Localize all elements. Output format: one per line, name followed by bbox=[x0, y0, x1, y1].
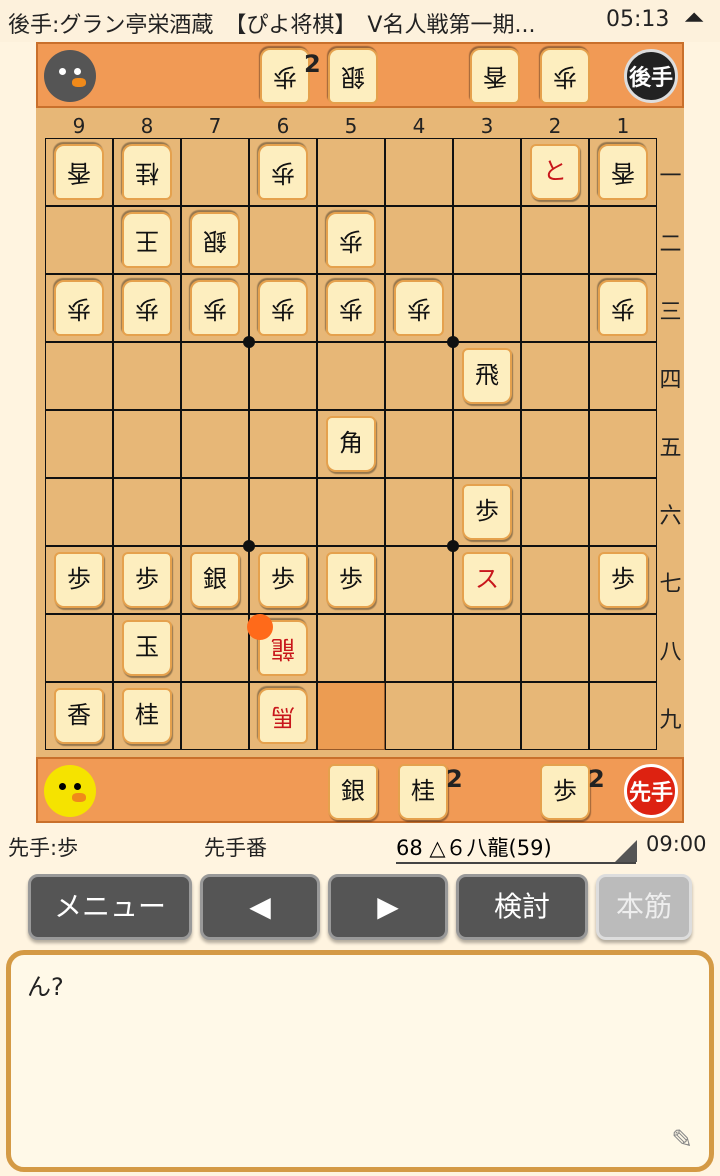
gote-hand-pawn[interactable]: 歩 bbox=[260, 48, 310, 104]
comment-text: ん? bbox=[27, 973, 64, 1001]
row-label: 九 bbox=[659, 708, 682, 733]
last-move-from-square bbox=[318, 683, 385, 750]
board-piece[interactable]: 馬 bbox=[258, 688, 308, 744]
board-piece[interactable]: 歩 bbox=[54, 280, 104, 336]
column-label: 7 bbox=[208, 114, 222, 138]
board-piece[interactable]: 歩 bbox=[462, 484, 512, 540]
arrow-up-icon[interactable]: ⏶ bbox=[684, 3, 705, 34]
board-piece[interactable]: 玉 bbox=[122, 620, 172, 676]
system-clock: 05:13 bbox=[606, 7, 670, 32]
pencil-icon[interactable]: ✎ bbox=[671, 1125, 693, 1155]
star-point bbox=[447, 336, 459, 348]
row-label: 二 bbox=[659, 232, 682, 257]
board-piece[interactable]: 歩 bbox=[54, 552, 104, 608]
gote-hand-pawn-count: 2 bbox=[304, 50, 321, 78]
row-label: 一 bbox=[659, 164, 682, 189]
row-label: 八 bbox=[659, 640, 682, 665]
board-piece[interactable]: 歩 bbox=[598, 280, 648, 336]
last-move: 68 △６八龍(59) bbox=[396, 836, 552, 860]
row-label: 三 bbox=[659, 300, 682, 325]
gote-avatar bbox=[44, 50, 96, 102]
board-piece[interactable]: 香 bbox=[54, 144, 104, 200]
move-selector[interactable]: 68 △６八龍(59) bbox=[396, 832, 637, 864]
board-piece[interactable]: 飛 bbox=[462, 348, 512, 404]
shogi-board: 987654321 香桂歩と香王銀歩歩歩歩歩歩歩歩飛角歩歩歩銀歩歩ス歩玉龍香桂馬… bbox=[36, 108, 684, 757]
gote-hand-pawn-2[interactable]: 歩 bbox=[540, 48, 590, 104]
sente-hand-knight-count: 2 bbox=[446, 765, 463, 793]
gote-hand-lance[interactable]: 香 bbox=[470, 48, 520, 104]
board-piece[interactable]: 角 bbox=[326, 416, 376, 472]
sente-piece-stand: 銀 桂 2 歩 2 先手 bbox=[36, 757, 684, 823]
column-label: 8 bbox=[140, 114, 154, 138]
sente-hand-pawn[interactable]: 歩 bbox=[540, 764, 590, 820]
board-piece[interactable]: 銀 bbox=[190, 212, 240, 268]
board-piece[interactable]: 歩 bbox=[326, 280, 376, 336]
column-label: 2 bbox=[548, 114, 562, 138]
board-piece[interactable]: 王 bbox=[122, 212, 172, 268]
comment-box[interactable]: ん? ✎ bbox=[6, 950, 714, 1172]
column-label: 5 bbox=[344, 114, 358, 138]
board-piece[interactable]: 歩 bbox=[326, 552, 376, 608]
turn-status: 先手番 bbox=[204, 836, 267, 860]
board-piece[interactable]: 歩 bbox=[258, 144, 308, 200]
hand-status: 先手:歩 bbox=[8, 836, 79, 860]
sente-hand-pawn-count: 2 bbox=[588, 765, 605, 793]
board-piece[interactable]: 歩 bbox=[258, 552, 308, 608]
row-label: 七 bbox=[659, 572, 682, 597]
gote-hand-silver[interactable]: 銀 bbox=[328, 48, 378, 104]
board-piece[interactable]: 歩 bbox=[598, 552, 648, 608]
game-time: 09:00 bbox=[646, 832, 707, 856]
gote-piece-stand: 歩 2 銀 香 歩 後手 bbox=[36, 42, 684, 108]
game-title: 後手:グラン亭栄酒蔵 【ぴよ将棋】 V名人戦第一期... bbox=[8, 13, 536, 38]
board-piece[interactable]: と bbox=[530, 144, 580, 200]
board-piece[interactable]: 歩 bbox=[326, 212, 376, 268]
sente-badge: 先手 bbox=[624, 764, 678, 818]
board-piece[interactable]: 銀 bbox=[190, 552, 240, 608]
board-piece[interactable]: 歩 bbox=[258, 280, 308, 336]
sente-hand-knight[interactable]: 桂 bbox=[398, 764, 448, 820]
column-label: 1 bbox=[616, 114, 630, 138]
board-piece[interactable]: ス bbox=[462, 552, 512, 608]
review-button[interactable]: 検討 bbox=[456, 874, 588, 940]
row-label: 四 bbox=[659, 368, 682, 393]
column-label: 4 bbox=[412, 114, 426, 138]
row-label: 六 bbox=[659, 504, 682, 529]
board-piece[interactable]: 歩 bbox=[190, 280, 240, 336]
board-grid[interactable]: 香桂歩と香王銀歩歩歩歩歩歩歩歩飛角歩歩歩銀歩歩ス歩玉龍香桂馬 bbox=[45, 138, 657, 750]
star-point bbox=[243, 336, 255, 348]
dropdown-corner-icon bbox=[615, 840, 637, 862]
star-point bbox=[243, 540, 255, 552]
board-piece[interactable]: 歩 bbox=[394, 280, 444, 336]
board-piece[interactable]: 歩 bbox=[122, 280, 172, 336]
menu-button[interactable]: メニュー bbox=[28, 874, 192, 940]
board-piece[interactable]: 香 bbox=[598, 144, 648, 200]
board-piece[interactable]: 歩 bbox=[122, 552, 172, 608]
star-point bbox=[447, 540, 459, 552]
column-label: 9 bbox=[72, 114, 86, 138]
row-label: 五 bbox=[659, 436, 682, 461]
status-bar: 後手:グラン亭栄酒蔵 【ぴよ将棋】 V名人戦第一期... 05:13 ⏶ bbox=[0, 0, 720, 42]
next-move-button[interactable]: ▶ bbox=[328, 874, 448, 940]
mainline-button[interactable]: 本筋 bbox=[596, 874, 692, 940]
prev-move-button[interactable]: ◀ bbox=[200, 874, 320, 940]
column-label: 3 bbox=[480, 114, 494, 138]
move-marker-dot bbox=[247, 614, 273, 640]
board-piece[interactable]: 香 bbox=[54, 688, 104, 744]
sente-avatar bbox=[44, 765, 96, 817]
board-piece[interactable]: 桂 bbox=[122, 144, 172, 200]
sente-hand-silver[interactable]: 銀 bbox=[328, 764, 378, 820]
column-label: 6 bbox=[276, 114, 290, 138]
board-piece[interactable]: 桂 bbox=[122, 688, 172, 744]
gote-badge: 後手 bbox=[624, 49, 678, 103]
